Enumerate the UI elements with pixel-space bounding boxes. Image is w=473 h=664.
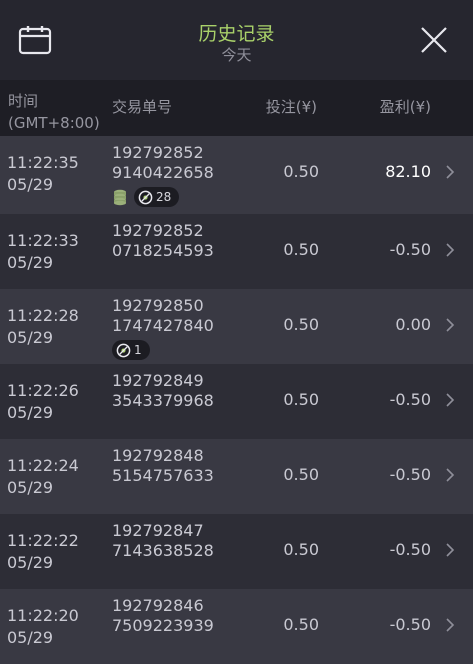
row-date-value: 05/29 [7, 253, 54, 272]
row-profit: -0.50 [389, 390, 431, 409]
row-bet: 0.50 [283, 162, 319, 181]
row-badges: 28 [112, 187, 214, 207]
row-date-value: 05/29 [7, 328, 54, 347]
row-profit: -0.50 [389, 240, 431, 259]
row-time: 11:22:35 05/29 [7, 152, 79, 196]
bet-count-icon [138, 190, 153, 204]
history-row[interactable]: 11:22:20 05/29 192792846 7509223939 0.50… [0, 589, 473, 664]
chevron-right-icon [446, 243, 455, 257]
bet-count-icon [116, 343, 131, 357]
row-time-value: 11:22:24 [7, 456, 79, 475]
coin-stack-icon [114, 189, 126, 206]
row-time: 11:22:28 05/29 [7, 305, 79, 349]
row-order-line1: 192792846 [112, 596, 204, 615]
bet-count-badge: 28 [134, 187, 180, 207]
row-order: 192792847 7143638528 [112, 521, 214, 561]
column-order: 交易单号 [112, 98, 173, 116]
row-order-line2: 5154757633 [112, 466, 214, 485]
chevron-right-icon [446, 468, 455, 482]
row-time-value: 11:22:22 [7, 531, 79, 550]
column-time-label: 时间 [8, 92, 39, 110]
row-order-line1: 192792852 [112, 143, 204, 162]
row-profit: 82.10 [385, 162, 431, 181]
row-order-line2: 7143638528 [112, 541, 214, 560]
row-profit: 0.00 [395, 315, 431, 334]
row-order: 192792850 1747427840 1 [112, 296, 214, 360]
row-time-value: 11:22:20 [7, 606, 79, 625]
row-order: 192792849 3543379968 [112, 371, 214, 411]
row-order-line1: 192792850 [112, 296, 204, 315]
row-time-value: 11:22:33 [7, 231, 79, 250]
row-date-value: 05/29 [7, 478, 54, 497]
row-time-value: 11:22:28 [7, 306, 79, 325]
history-row[interactable]: 11:22:35 05/29 192792852 9140422658 28 0… [0, 136, 473, 214]
row-badges: 1 [112, 340, 214, 360]
close-icon[interactable] [419, 25, 449, 55]
row-bet: 0.50 [283, 240, 319, 259]
column-time: 时间 (GMT+8:00) [8, 90, 100, 134]
bet-count-value: 1 [134, 343, 142, 357]
row-order: 192792852 0718254593 [112, 221, 214, 261]
header-bar: 历史记录 今天 [0, 0, 473, 80]
row-bet: 0.50 [283, 540, 319, 559]
row-order-line1: 192792852 [112, 221, 204, 240]
row-order-line2: 7509223939 [112, 616, 214, 635]
row-date-value: 05/29 [7, 175, 54, 194]
row-bet: 0.50 [283, 315, 319, 334]
column-profit: 盈利(¥) [379, 98, 431, 116]
chevron-right-icon [446, 618, 455, 632]
chevron-right-icon [446, 543, 455, 557]
row-profit: -0.50 [389, 465, 431, 484]
row-date-value: 05/29 [7, 553, 54, 572]
row-order: 192792852 9140422658 28 [112, 143, 214, 207]
column-timezone-label: (GMT+8:00) [8, 114, 100, 132]
row-time: 11:22:24 05/29 [7, 455, 79, 499]
column-header: 时间 (GMT+8:00) 交易单号 投注(¥) 盈利(¥) [0, 80, 473, 136]
column-bet: 投注(¥) [265, 98, 317, 116]
row-order: 192792848 5154757633 [112, 446, 214, 486]
history-row[interactable]: 11:22:33 05/29 192792852 0718254593 0.50… [0, 214, 473, 289]
chevron-right-icon [446, 393, 455, 407]
row-bet: 0.50 [283, 615, 319, 634]
row-order-line1: 192792848 [112, 446, 204, 465]
page-title: 历史记录 [198, 23, 275, 45]
row-order-line2: 9140422658 [112, 163, 214, 182]
title-block: 历史记录 今天 [0, 22, 473, 64]
history-row[interactable]: 11:22:24 05/29 192792848 5154757633 0.50… [0, 439, 473, 514]
row-time: 11:22:22 05/29 [7, 530, 79, 574]
history-row[interactable]: 11:22:28 05/29 192792850 1747427840 1 0.… [0, 289, 473, 364]
row-date-value: 05/29 [7, 403, 54, 422]
row-time: 11:22:33 05/29 [7, 230, 79, 274]
row-time: 11:22:20 05/29 [7, 605, 79, 649]
row-date-value: 05/29 [7, 628, 54, 647]
row-time-value: 11:22:35 [7, 153, 79, 172]
page-subtitle: 今天 [221, 46, 252, 64]
row-bet: 0.50 [283, 465, 319, 484]
row-profit: -0.50 [389, 615, 431, 634]
row-bet: 0.50 [283, 390, 319, 409]
chevron-right-icon [446, 165, 455, 179]
row-time: 11:22:26 05/29 [7, 380, 79, 424]
row-order-line1: 192792849 [112, 371, 204, 390]
row-order-line2: 3543379968 [112, 391, 214, 410]
row-order-line2: 1747427840 [112, 316, 214, 335]
row-time-value: 11:22:26 [7, 381, 79, 400]
chevron-right-icon [446, 318, 455, 332]
history-list: 11:22:35 05/29 192792852 9140422658 28 0… [0, 136, 473, 664]
row-order: 192792846 7509223939 [112, 596, 214, 636]
history-row[interactable]: 11:22:22 05/29 192792847 7143638528 0.50… [0, 514, 473, 589]
bet-count-value: 28 [156, 190, 172, 204]
row-order-line2: 0718254593 [112, 241, 214, 260]
bet-count-badge: 1 [112, 340, 150, 360]
row-order-line1: 192792847 [112, 521, 204, 540]
history-row[interactable]: 11:22:26 05/29 192792849 3543379968 0.50… [0, 364, 473, 439]
row-profit: -0.50 [389, 540, 431, 559]
